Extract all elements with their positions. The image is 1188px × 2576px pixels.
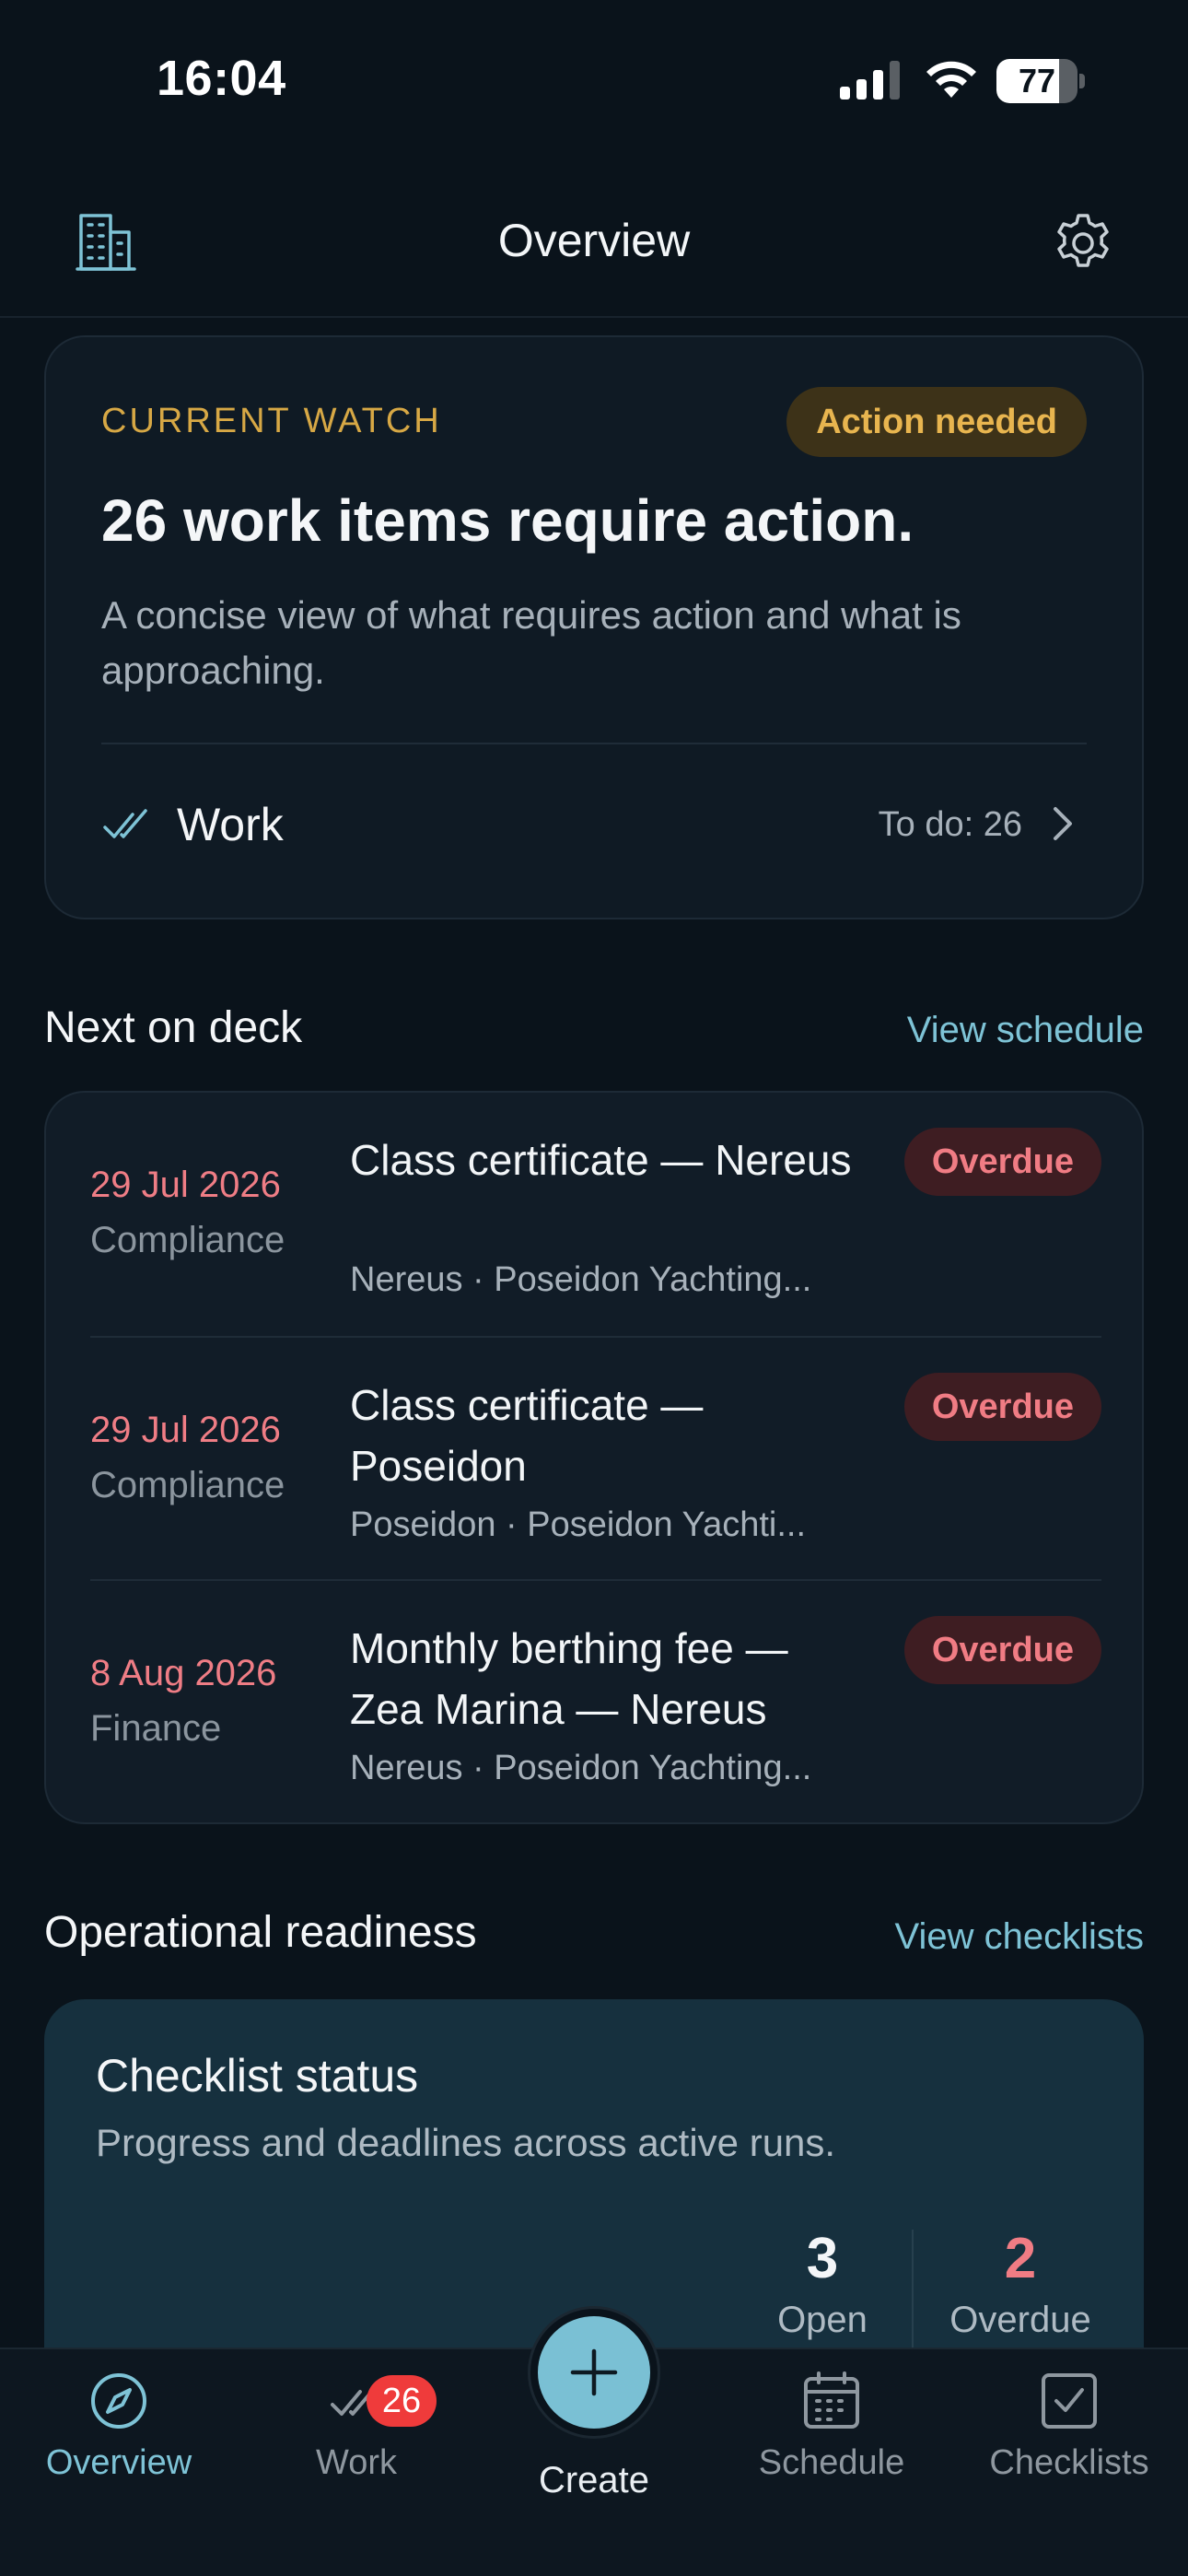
schedule-date: 8 Aug 2026 [90, 1653, 277, 1693]
cellular-signal-icon [840, 61, 900, 100]
chevron-right-icon [1054, 807, 1072, 840]
status-time: 16:04 [157, 51, 286, 106]
tab-bar: Overview 26 Work Create Schedule Checkli… [0, 2309, 1188, 2576]
open-stat: 3 Open [730, 2226, 914, 2341]
current-watch-card: CURRENT WATCH Action needed 26 work item… [44, 335, 1144, 919]
overdue-badge: Overdue [903, 1373, 1101, 1441]
view-checklists-link[interactable]: View checklists [895, 1916, 1144, 1958]
schedule-item[interactable]: 29 Jul 2026 Compliance Class certificate… [90, 1093, 1101, 1336]
compass-icon [91, 2373, 146, 2429]
watch-eyebrow: CURRENT WATCH [101, 402, 442, 440]
schedule-item[interactable]: 8 Aug 2026 Finance Monthly berthing fee … [90, 1579, 1101, 1822]
open-label: Open [777, 2300, 868, 2340]
checkbox-icon [1042, 2373, 1097, 2429]
schedule-title: Class certificate — Nereus [350, 1136, 852, 1184]
watch-headline: 26 work items require action. [101, 487, 914, 554]
divider [101, 743, 1087, 744]
schedule-title: Class certificate — Poseidon [350, 1381, 704, 1490]
tab-label: Schedule [758, 2443, 905, 2482]
wifi-icon [926, 61, 976, 98]
schedule-date: 29 Jul 2026 [90, 1165, 281, 1205]
schedule-subtitle: Nereus · Poseidon Yachting... [350, 1749, 812, 1787]
next-on-deck-title: Next on deck [44, 1003, 303, 1052]
nav-header: Overview [0, 184, 1188, 318]
view-schedule-link[interactable]: View schedule [907, 1010, 1144, 1051]
schedule-category: Finance [90, 1708, 222, 1749]
overdue-count: 2 [1004, 2227, 1037, 2290]
schedule-subtitle: Poseidon · Poseidon Yachti... [350, 1505, 807, 1544]
schedule-title: Monthly berthing fee — Zea Marina — Nere… [350, 1624, 788, 1733]
battery-level: 77 [1018, 62, 1056, 100]
calendar-icon [804, 2371, 859, 2429]
checklist-card-title: Checklist status [96, 2050, 419, 2102]
app-screen: 16:04 77 Overview CURRENT WATCH Action n… [0, 0, 1188, 2576]
work-count-badge: 26 [367, 2375, 437, 2427]
stat-divider [912, 2230, 914, 2349]
page-title: Overview [497, 215, 691, 266]
checklist-card-description: Progress and deadlines across active run… [96, 2121, 836, 2164]
overdue-badge: Overdue [903, 1616, 1101, 1684]
work-todo-count: To do: 26 [878, 805, 1022, 844]
overdue-stat: 2 Overdue [928, 2226, 1112, 2341]
tab-schedule[interactable]: Schedule [713, 2368, 950, 2515]
schedule-category: Compliance [90, 1220, 285, 1260]
create-button[interactable] [530, 2309, 658, 2436]
watch-description: A concise view of what requires action a… [101, 593, 961, 692]
open-count: 3 [806, 2227, 839, 2290]
schedule-subtitle: Nereus · Poseidon Yachting... [350, 1260, 812, 1299]
tab-checklists[interactable]: Checklists [950, 2368, 1188, 2515]
gear-icon[interactable] [1050, 210, 1116, 276]
status-bar: 16:04 77 [0, 0, 1188, 166]
tab-label: Checklists [989, 2443, 1149, 2482]
overdue-label: Overdue [949, 2300, 1091, 2340]
plus-icon [570, 2348, 618, 2396]
schedule-item[interactable]: 29 Jul 2026 Compliance Class certificate… [90, 1336, 1101, 1579]
work-summary-row[interactable]: Work To do: 26 [101, 770, 1087, 881]
action-needed-badge: Action needed [786, 387, 1087, 457]
overdue-badge: Overdue [903, 1128, 1101, 1196]
schedule-card: 29 Jul 2026 Compliance Class certificate… [44, 1091, 1144, 1824]
schedule-date: 29 Jul 2026 [90, 1410, 281, 1450]
operational-readiness-title: Operational readiness [44, 1908, 477, 1957]
battery-indicator: 77 [996, 59, 1085, 103]
double-check-icon [103, 809, 147, 838]
schedule-category: Compliance [90, 1465, 285, 1505]
work-label: Work [177, 799, 284, 850]
